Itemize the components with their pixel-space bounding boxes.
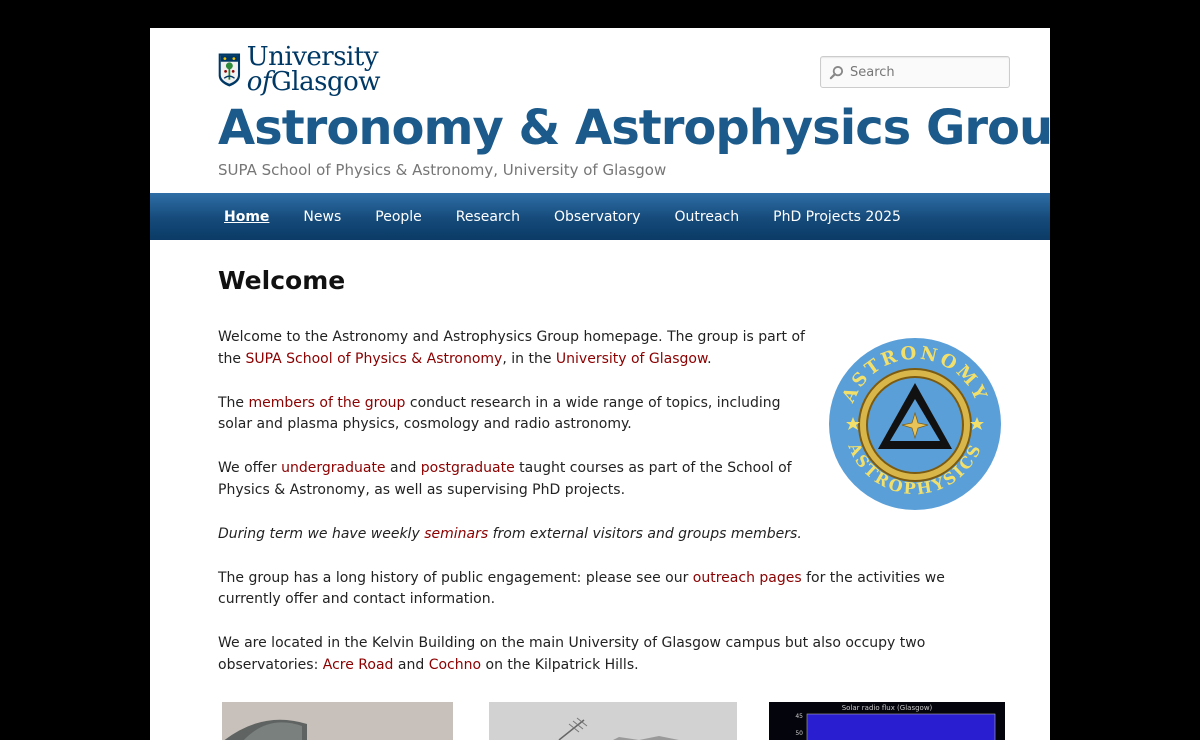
link-undergraduate[interactable]: undergraduate (281, 460, 385, 476)
logo-wordmark: University ofGlasgow (246, 44, 381, 97)
location-paragraph: We are located in the Kelvin Building on… (218, 633, 1008, 677)
text: and (393, 656, 429, 673)
link-cochno[interactable]: Cochno (429, 657, 481, 673)
chart-title: Solar radio flux (Glasgow) (842, 704, 933, 712)
research-paragraph: The members of the group conduct researc… (218, 393, 808, 437)
text: The (218, 394, 249, 411)
search-icon (829, 65, 844, 79)
nav-item-observatory[interactable]: Observatory (554, 209, 641, 225)
page-title: Welcome (218, 266, 346, 295)
text: The group has a long history of public e… (218, 569, 693, 586)
link-university-of-glasgow[interactable]: University of Glasgow (556, 351, 707, 367)
university-crest-icon (218, 53, 241, 87)
page: University ofGlasgow Astronomy & Astroph… (150, 28, 1050, 740)
radio-flux-chart: Solar radio flux (Glasgow) 45 50 (769, 702, 1005, 740)
main-navigation: Home News People Research Observatory Ou… (150, 193, 1050, 240)
link-postgraduate[interactable]: postgraduate (421, 460, 515, 476)
text: from external visitors and groups member… (488, 525, 802, 542)
link-acre-road[interactable]: Acre Road (323, 657, 394, 673)
outreach-paragraph: The group has a long history of public e… (218, 568, 1008, 612)
text: , in the (502, 350, 556, 367)
main-content: Welcome to the Astronomy and Astrophysic… (218, 327, 1008, 699)
text: . (707, 350, 712, 367)
dome-image (222, 702, 453, 740)
radio-antenna-photo[interactable] (489, 702, 737, 740)
chart-tick-label: 45 (795, 713, 803, 720)
nav-item-research[interactable]: Research (456, 209, 520, 225)
text: and (385, 460, 421, 477)
search-input[interactable] (850, 64, 1000, 80)
link-seminars[interactable]: seminars (424, 526, 488, 542)
text: on the Kilpatrick Hills. (481, 656, 639, 673)
logo-line2-word: Glasgow (271, 67, 380, 97)
antenna-image (489, 702, 737, 740)
link-outreach-pages[interactable]: outreach pages (693, 570, 802, 586)
seminars-paragraph: During term we have weekly seminars from… (218, 524, 1008, 546)
nav-item-news[interactable]: News (303, 209, 341, 225)
university-logo[interactable]: University ofGlasgow (218, 44, 380, 96)
nav-item-phd-projects[interactable]: PhD Projects 2025 (773, 209, 901, 225)
link-members-of-group[interactable]: members of the group (249, 395, 406, 411)
logo-line2: ofGlasgow (246, 67, 381, 97)
link-supa-school[interactable]: SUPA School of Physics & Astronomy (245, 351, 502, 367)
courses-paragraph: We offer undergraduate and postgraduate … (218, 458, 808, 502)
search-box[interactable] (820, 56, 1010, 88)
intro-paragraph: Welcome to the Astronomy and Astrophysic… (218, 327, 808, 371)
solar-radio-flux-plot[interactable]: Solar radio flux (Glasgow) 45 50 (769, 702, 1005, 740)
nav-item-people[interactable]: People (375, 209, 422, 225)
chart-tick-label: 50 (795, 730, 803, 737)
text: During term we have weekly (218, 525, 425, 542)
logo-line2-prefix: of (246, 67, 272, 97)
site-description: SUPA School of Physics & Astronomy, Univ… (218, 161, 667, 179)
nav-item-outreach[interactable]: Outreach (675, 209, 740, 225)
observatory-dome-photo[interactable] (222, 702, 453, 740)
site-title[interactable]: Astronomy & Astrophysics Group (218, 98, 1050, 158)
nav-item-home[interactable]: Home (224, 209, 269, 225)
text: We offer (218, 460, 282, 477)
